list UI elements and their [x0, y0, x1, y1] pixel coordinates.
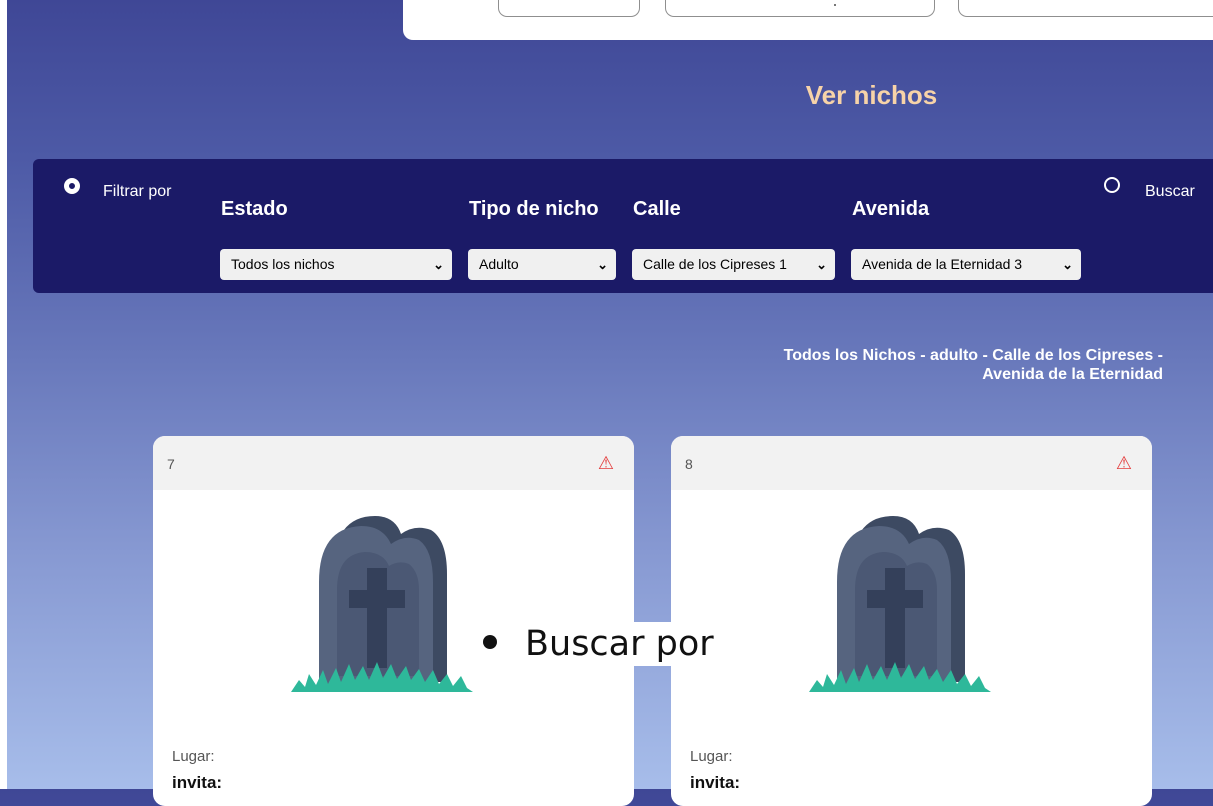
search-radio[interactable] — [1104, 177, 1120, 193]
top-tab-3[interactable] — [958, 0, 1213, 17]
page-title: Ver nichos — [805, 80, 938, 110]
calle-select-value: Calle de los Cipreses 1 — [643, 256, 787, 272]
tipo-nicho-label: Tipo de nicho — [469, 198, 599, 220]
card-header: 7 ⚠ — [153, 436, 634, 490]
lugar-label: Lugar: — [172, 748, 215, 765]
left-edge — [0, 0, 7, 789]
top-tab-dot — [834, 4, 836, 6]
niche-card[interactable]: 8 ⚠ Lugar: invita: — [671, 436, 1152, 806]
tombstone-icon — [291, 516, 473, 692]
filter-bar: Filtrar por Estado Tipo de nicho Calle A… — [33, 159, 1213, 293]
niche-number: 7 — [167, 456, 175, 472]
invita-label: invita: — [172, 773, 223, 792]
estado-select[interactable]: Todos los nichos ⌄ — [220, 249, 452, 280]
lugar-label: Lugar: — [690, 748, 733, 765]
estado-select-value: Todos los nichos — [231, 256, 335, 272]
invita-label: invita: — [690, 773, 741, 792]
avenida-label: Avenida — [852, 198, 930, 220]
avenida-select-value: Avenida de la Eternidad 3 — [862, 256, 1023, 272]
calle-select[interactable]: Calle de los Cipreses 1 ⌄ — [632, 249, 835, 280]
bullet-icon — [483, 635, 497, 649]
filter-by-label: Filtrar por — [103, 183, 172, 200]
results-title-line-2: Avenida de la Eternidad — [982, 366, 1163, 383]
estado-label: Estado — [221, 198, 288, 220]
buscar-por-text: Buscar por — [525, 624, 714, 664]
tombstone-icon — [809, 516, 991, 692]
tipo-nicho-select[interactable]: Adulto ⌄ — [468, 249, 616, 280]
chevron-down-icon: ⌄ — [433, 257, 444, 272]
chevron-down-icon: ⌄ — [1062, 257, 1073, 272]
calle-label: Calle — [633, 198, 681, 220]
results-title: Todos los Nichos - adulto - Calle de los… — [640, 346, 1163, 384]
warning-triangle-icon[interactable]: ⚠ — [1116, 453, 1132, 474]
avenida-select[interactable]: Avenida de la Eternidad 3 ⌄ — [851, 249, 1081, 280]
tipo-nicho-select-value: Adulto — [479, 256, 519, 272]
top-tab-2[interactable] — [665, 0, 935, 17]
chevron-down-icon: ⌄ — [597, 257, 608, 272]
chevron-down-icon: ⌄ — [816, 257, 827, 272]
top-navigation-card — [403, 0, 1213, 40]
warning-triangle-icon[interactable]: ⚠ — [598, 453, 614, 474]
buscar-por-caption: Buscar por — [473, 622, 724, 666]
filter-by-radio[interactable] — [64, 178, 80, 194]
niche-number: 8 — [685, 456, 693, 472]
top-tab-1[interactable] — [498, 0, 640, 17]
card-header: 8 ⚠ — [671, 436, 1152, 490]
search-label: Buscar — [1145, 183, 1195, 200]
results-title-line-1: Todos los Nichos - adulto - Calle de los… — [783, 347, 1163, 364]
niche-card[interactable]: 7 ⚠ Lugar: invita: — [153, 436, 634, 806]
